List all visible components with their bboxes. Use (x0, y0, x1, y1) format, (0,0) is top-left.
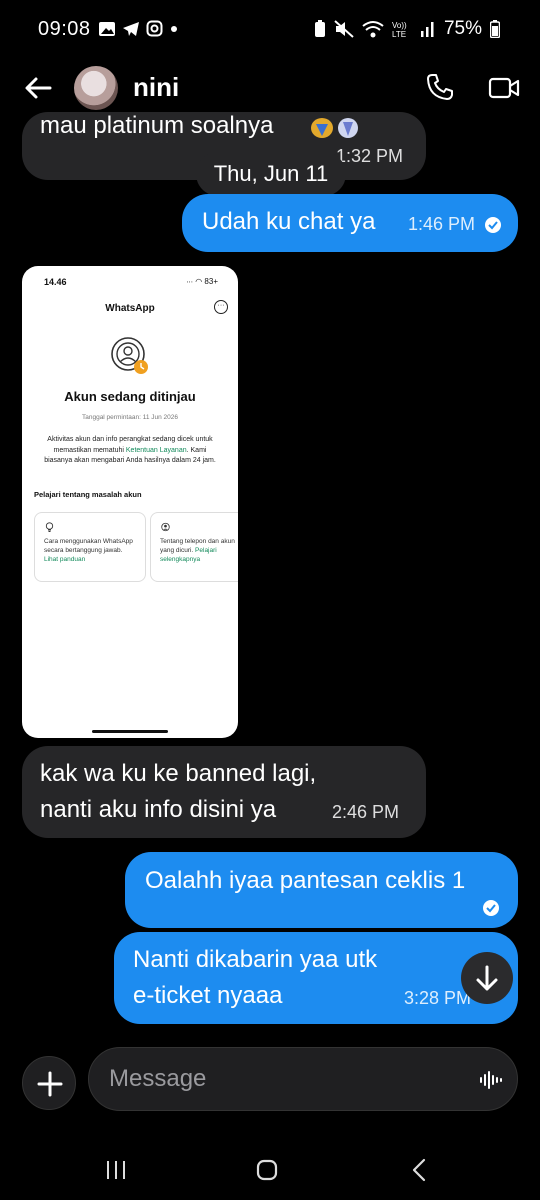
status-right: Vo)) LTE 75% (314, 18, 500, 40)
svg-text:LTE: LTE (392, 30, 406, 38)
message-input[interactable] (88, 1047, 518, 1111)
image-attachment[interactable]: 14.46 ∙∙∙ ◠ 83+ WhatsApp ··· Akun sedang… (22, 266, 238, 738)
dot-icon (171, 25, 177, 32)
instagram-icon (146, 20, 163, 37)
battery-icon (490, 20, 500, 38)
home-icon[interactable] (255, 1158, 279, 1182)
battery-percent: 75% (443, 18, 482, 39)
attachment-body: Aktivitas akun dan info perangkat sedang… (44, 435, 216, 467)
scroll-to-bottom-button[interactable] (461, 952, 513, 1004)
arrow-down-icon (476, 965, 498, 991)
message-time: 2:46 PM (332, 802, 400, 822)
terms-link: Ketentuan Layanan (125, 446, 187, 454)
avatar[interactable] (74, 66, 118, 110)
more-options-icon: ··· (214, 300, 228, 314)
stolen-account-card: Tentang telepon dan akun yang dicuri. Pe… (150, 512, 238, 582)
voice-message-icon[interactable] (478, 1068, 502, 1092)
message-time: 1:46 PM (408, 214, 476, 234)
message-bubble-outgoing[interactable]: Udah ku chat ya 1:46 PM (182, 194, 518, 252)
card-text: Cara menggunakan WhatsApp secara bertang… (44, 538, 133, 554)
home-indicator (92, 730, 168, 733)
status-time: 09:08 (38, 18, 91, 40)
message-text: Udah ku chat ya (202, 208, 376, 235)
date-separator: Thu, Jun 11 (196, 152, 346, 196)
message-text: mau platinum soalnya (40, 112, 274, 139)
volte-icon: Vo))LTE (392, 21, 407, 38)
status-bar: 09:08 Vo)) LTE 75% (0, 0, 540, 60)
message-bubble-incoming[interactable]: kak wa ku ke banned lagi, nanti aku info… (22, 746, 426, 838)
signal-icon (420, 22, 434, 37)
read-check-icon (485, 217, 501, 233)
plus-icon (37, 1071, 63, 1097)
account-review-icon (111, 337, 148, 374)
message-bubble-outgoing[interactable]: Nanti dikabarin yaa utk e-ticket nyaaa 3… (114, 932, 518, 1024)
message-bubble-outgoing[interactable]: Oalahh iyaa pantesan ceklis 1 (125, 852, 518, 928)
mute-icon (334, 20, 354, 38)
message-time: 1:32 PM (336, 146, 404, 166)
back-arrow-icon[interactable] (22, 72, 54, 104)
read-check-icon (483, 900, 499, 916)
message-text: Oalahh iyaa pantesan ceklis 1 (145, 867, 466, 894)
attachment-app-title: WhatsApp (105, 303, 155, 314)
chat-header: nini (0, 62, 540, 114)
recent-apps-icon[interactable] (104, 1158, 128, 1182)
back-nav-icon[interactable] (408, 1158, 432, 1182)
contact-name[interactable]: nini (133, 72, 179, 103)
message-text: kak wa ku ke banned lagi, nanti aku info… (40, 760, 317, 823)
svg-text:Vo)): Vo)) (392, 21, 407, 30)
attachment-learn-heading: Pelajari tentang masalah akun (34, 490, 142, 499)
video-call-icon[interactable] (488, 74, 520, 102)
card-link: Lihat panduan (44, 556, 86, 563)
attachment-status-icons: ∙∙∙ ◠ 83+ (186, 277, 218, 286)
message-text: Nanti dikabarin yaa utk e-ticket nyaaa (133, 946, 378, 1009)
lightbulb-icon (45, 522, 54, 532)
add-attachment-button[interactable] (22, 1056, 76, 1110)
attachment-request-date: Tanggal permintaan: 11 Jun 2026 (81, 414, 178, 421)
phone-call-icon[interactable] (425, 72, 455, 102)
telegram-icon (123, 21, 139, 36)
praying-emoji-icon (310, 116, 360, 138)
attachment-heading: Akun sedang ditinjau (64, 389, 196, 404)
wifi-icon (362, 21, 384, 38)
gallery-icon (99, 21, 115, 36)
guide-card: Cara menggunakan WhatsApp secara bertang… (34, 512, 146, 582)
notification-icons (98, 20, 179, 37)
user-circle-icon (161, 522, 170, 532)
battery-saver-icon (314, 20, 325, 37)
attachment-status-time: 14.46 (44, 277, 67, 287)
